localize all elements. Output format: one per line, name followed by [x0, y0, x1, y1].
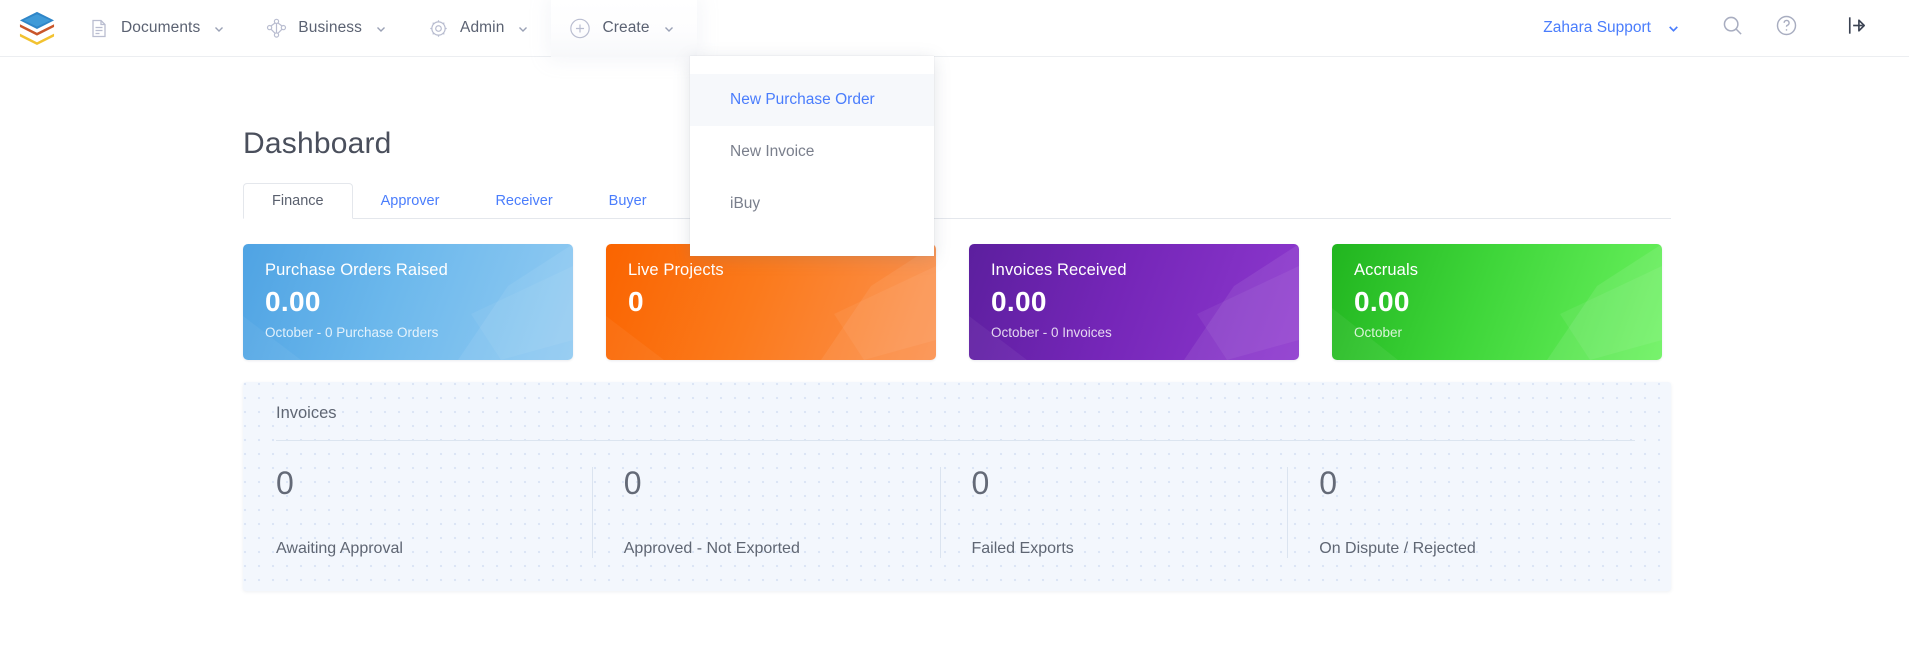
primary-nav: Documents Business Admin Create	[70, 0, 697, 57]
kpi-value: 0	[628, 286, 644, 318]
app-header: Documents Business Admin Create Zahara S…	[0, 0, 1909, 256]
menu-item-label: iBuy	[730, 195, 761, 212]
kpi-card-accruals[interactable]: Accruals 0.00 October	[1332, 244, 1662, 360]
stat-approved-not-exported[interactable]: 0 Approved - Not Exported	[591, 465, 940, 558]
chevron-down-icon	[213, 22, 225, 34]
kpi-subtitle: October	[1354, 325, 1403, 341]
stat-on-dispute-rejected[interactable]: 0 On Dispute / Rejected	[1287, 467, 1635, 558]
search-icon	[1721, 14, 1744, 42]
menu-item-new-invoice[interactable]: New Invoice	[690, 126, 934, 178]
search-button[interactable]	[1705, 0, 1759, 57]
help-button[interactable]	[1759, 0, 1813, 57]
kpi-subtitle: October - 0 Invoices	[991, 325, 1112, 341]
page-title: Dashboard	[243, 127, 392, 160]
kpi-value: 0.00	[1354, 286, 1410, 318]
stat-label: Failed Exports	[971, 540, 1074, 557]
tab-label: Receiver	[495, 192, 553, 209]
stat-label: Awaiting Approval	[276, 540, 403, 557]
nav-item-business[interactable]: Business	[247, 0, 409, 57]
tab-label: Approver	[380, 192, 440, 209]
logout-button[interactable]	[1829, 0, 1883, 57]
kpi-title: Live Projects	[628, 261, 724, 279]
chevron-down-icon	[1667, 22, 1679, 34]
kpi-title: Purchase Orders Raised	[265, 261, 448, 279]
menu-item-new-purchase-order[interactable]: New Purchase Order	[690, 74, 934, 126]
menu-item-label: New Invoice	[730, 143, 815, 160]
kpi-card-invoices-received[interactable]: Invoices Received 0.00 October - 0 Invoi…	[969, 244, 1299, 360]
create-dropdown-menu: New Purchase Order New Invoice iBuy	[690, 56, 934, 256]
menu-item-label: New Purchase Order	[730, 91, 875, 108]
nav-item-documents[interactable]: Documents	[70, 0, 247, 57]
nav-item-create[interactable]: Create	[551, 0, 697, 57]
invoices-panel: Invoices 0 Awaiting Approval 0 Approved …	[243, 382, 1671, 591]
kpi-title: Accruals	[1354, 261, 1419, 279]
help-icon	[1775, 14, 1798, 42]
user-name: Zahara Support	[1543, 19, 1651, 36]
nav-label: Documents	[121, 19, 201, 36]
stat-value: 0	[623, 465, 642, 501]
stat-value: 0	[1319, 465, 1338, 501]
stat-value: 0	[971, 465, 990, 501]
kpi-card-purchase-orders-raised[interactable]: Purchase Orders Raised 0.00 October - 0 …	[243, 244, 573, 360]
kpi-card-row: Purchase Orders Raised 0.00 October - 0 …	[243, 244, 1671, 360]
invoices-panel-title: Invoices	[276, 404, 1635, 441]
app-logo[interactable]	[4, 0, 70, 57]
nav-label: Admin	[460, 19, 505, 36]
user-menu[interactable]: Zahara Support	[1533, 19, 1705, 37]
stat-awaiting-approval[interactable]: 0 Awaiting Approval	[276, 467, 592, 558]
gear-icon	[427, 17, 449, 39]
tab-label: Buyer	[608, 192, 647, 209]
tab-approver[interactable]: Approver	[353, 183, 468, 218]
nav-label: Business	[298, 19, 362, 36]
kpi-value: 0.00	[265, 286, 321, 318]
chevron-down-icon	[663, 22, 675, 34]
zahara-layers-logo	[19, 11, 55, 46]
chevron-down-icon	[517, 22, 529, 34]
menu-item-ibuy[interactable]: iBuy	[690, 178, 934, 230]
stat-label: Approved - Not Exported	[623, 540, 800, 557]
nav-label: Create	[602, 19, 650, 36]
invoice-stats-row: 0 Awaiting Approval 0 Approved - Not Exp…	[276, 467, 1635, 558]
tab-label: Finance	[272, 193, 324, 209]
page-body: Dashboard Finance Approver Receiver Buye…	[0, 57, 1909, 591]
stat-label: On Dispute / Rejected	[1319, 540, 1476, 557]
tab-receiver[interactable]: Receiver	[467, 183, 580, 218]
stat-failed-exports[interactable]: 0 Failed Exports	[939, 465, 1288, 558]
chevron-down-icon	[375, 22, 387, 34]
kpi-subtitle: October - 0 Purchase Orders	[265, 325, 439, 341]
business-network-icon	[265, 17, 287, 39]
nav-item-admin[interactable]: Admin	[409, 0, 551, 57]
tab-buyer[interactable]: Buyer	[581, 183, 675, 218]
tab-finance[interactable]: Finance	[243, 183, 353, 219]
stat-value: 0	[276, 465, 294, 501]
kpi-card-live-projects[interactable]: Live Projects 0	[606, 244, 936, 360]
header-actions: Zahara Support	[1533, 0, 1909, 57]
logout-icon	[1844, 13, 1869, 43]
kpi-title: Invoices Received	[991, 261, 1127, 279]
kpi-value: 0.00	[991, 286, 1047, 318]
dashboard-tabs: Finance Approver Receiver Buyer	[243, 183, 1671, 219]
document-icon	[88, 17, 110, 39]
plus-circle-icon	[569, 17, 591, 39]
